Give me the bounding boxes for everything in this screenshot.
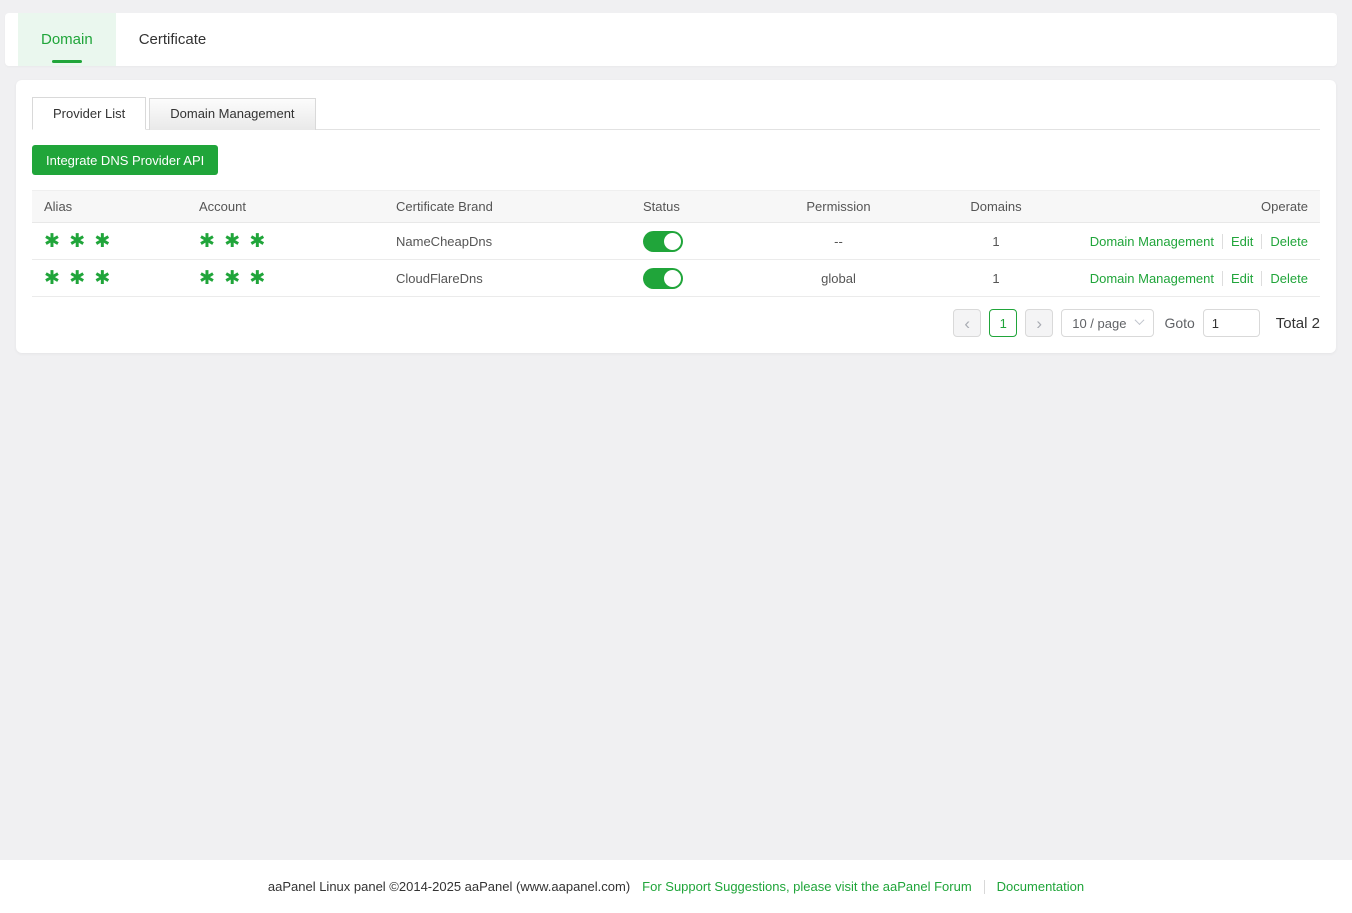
- certificate-brand-cell: NameCheapDns: [384, 223, 631, 260]
- goto-label: Goto: [1164, 315, 1194, 331]
- total-count: Total 2: [1276, 315, 1320, 332]
- table-row: ✱ ✱ ✱✱ ✱ ✱CloudFlareDnsglobal1Domain Man…: [32, 260, 1320, 297]
- next-page-button[interactable]: ›: [1025, 309, 1053, 337]
- dns-provider-card: Provider List Domain Management Integrat…: [16, 80, 1336, 353]
- tab-domain-management[interactable]: Domain Management: [149, 98, 315, 130]
- action-link-edit[interactable]: Edit: [1222, 234, 1261, 249]
- page-size-select[interactable]: 10 / page: [1061, 309, 1154, 337]
- column-header-account: Account: [187, 191, 384, 223]
- page-size-value: 10 / page: [1072, 316, 1126, 331]
- operate-cell: Domain ManagementEditDelete: [1076, 223, 1320, 260]
- provider-table-body: ✱ ✱ ✱✱ ✱ ✱NameCheapDns--1Domain Manageme…: [32, 223, 1320, 297]
- alias-cell: ✱ ✱ ✱: [32, 223, 187, 260]
- top-tabs-bar: Domain Certificate: [5, 13, 1337, 66]
- goto-page-input[interactable]: [1203, 309, 1260, 337]
- chevron-right-icon: ›: [1036, 315, 1042, 332]
- documentation-link[interactable]: Documentation: [997, 879, 1084, 894]
- active-tab-underline: [52, 60, 82, 63]
- certificate-brand-cell: CloudFlareDns: [384, 260, 631, 297]
- status-cell: [631, 223, 761, 260]
- status-cell: [631, 260, 761, 297]
- previous-page-button[interactable]: ‹: [953, 309, 981, 337]
- footer: aaPanel Linux panel ©2014-2025 aaPanel (…: [0, 860, 1352, 913]
- column-header-status: Status: [631, 191, 761, 223]
- footer-divider: [984, 880, 985, 894]
- status-toggle[interactable]: [643, 268, 683, 289]
- chevron-left-icon: ‹: [964, 315, 970, 332]
- tab-certificate-label: Certificate: [139, 31, 207, 48]
- action-link-domain-management[interactable]: Domain Management: [1090, 234, 1222, 249]
- integrate-dns-provider-api-button[interactable]: Integrate DNS Provider API: [32, 145, 218, 175]
- table-row: ✱ ✱ ✱✱ ✱ ✱NameCheapDns--1Domain Manageme…: [32, 223, 1320, 260]
- account-cell: ✱ ✱ ✱: [187, 260, 384, 297]
- tab-provider-list[interactable]: Provider List: [32, 97, 146, 130]
- tab-certificate[interactable]: Certificate: [116, 13, 230, 66]
- inner-tabs: Provider List Domain Management: [32, 97, 1320, 130]
- tab-domain[interactable]: Domain: [18, 13, 116, 66]
- column-header-permission: Permission: [761, 191, 916, 223]
- page-number-button[interactable]: 1: [989, 309, 1017, 337]
- tab-domain-label: Domain: [41, 31, 93, 48]
- action-link-delete[interactable]: Delete: [1261, 271, 1308, 286]
- status-toggle[interactable]: [643, 231, 683, 252]
- column-header-certificate-brand: Certificate Brand: [384, 191, 631, 223]
- provider-table-header: Alias Account Certificate Brand Status P…: [32, 191, 1320, 223]
- chevron-down-icon: [1135, 315, 1145, 325]
- alias-cell: ✱ ✱ ✱: [32, 260, 187, 297]
- forum-link[interactable]: For Support Suggestions, please visit th…: [642, 879, 972, 894]
- domains-cell: 1: [916, 223, 1076, 260]
- action-link-delete[interactable]: Delete: [1261, 234, 1308, 249]
- column-header-domains: Domains: [916, 191, 1076, 223]
- copyright-text: aaPanel Linux panel ©2014-2025 aaPanel (…: [268, 879, 630, 894]
- pagination: ‹ 1 › 10 / page Goto Total 2: [32, 309, 1320, 337]
- toggle-knob: [664, 233, 681, 250]
- provider-table: Alias Account Certificate Brand Status P…: [32, 190, 1320, 297]
- permission-cell: global: [761, 260, 916, 297]
- action-link-edit[interactable]: Edit: [1222, 271, 1261, 286]
- account-cell: ✱ ✱ ✱: [187, 223, 384, 260]
- toggle-knob: [664, 270, 681, 287]
- column-header-operate: Operate: [1076, 191, 1320, 223]
- domains-cell: 1: [916, 260, 1076, 297]
- operate-cell: Domain ManagementEditDelete: [1076, 260, 1320, 297]
- permission-cell: --: [761, 223, 916, 260]
- column-header-alias: Alias: [32, 191, 187, 223]
- action-link-domain-management[interactable]: Domain Management: [1090, 271, 1222, 286]
